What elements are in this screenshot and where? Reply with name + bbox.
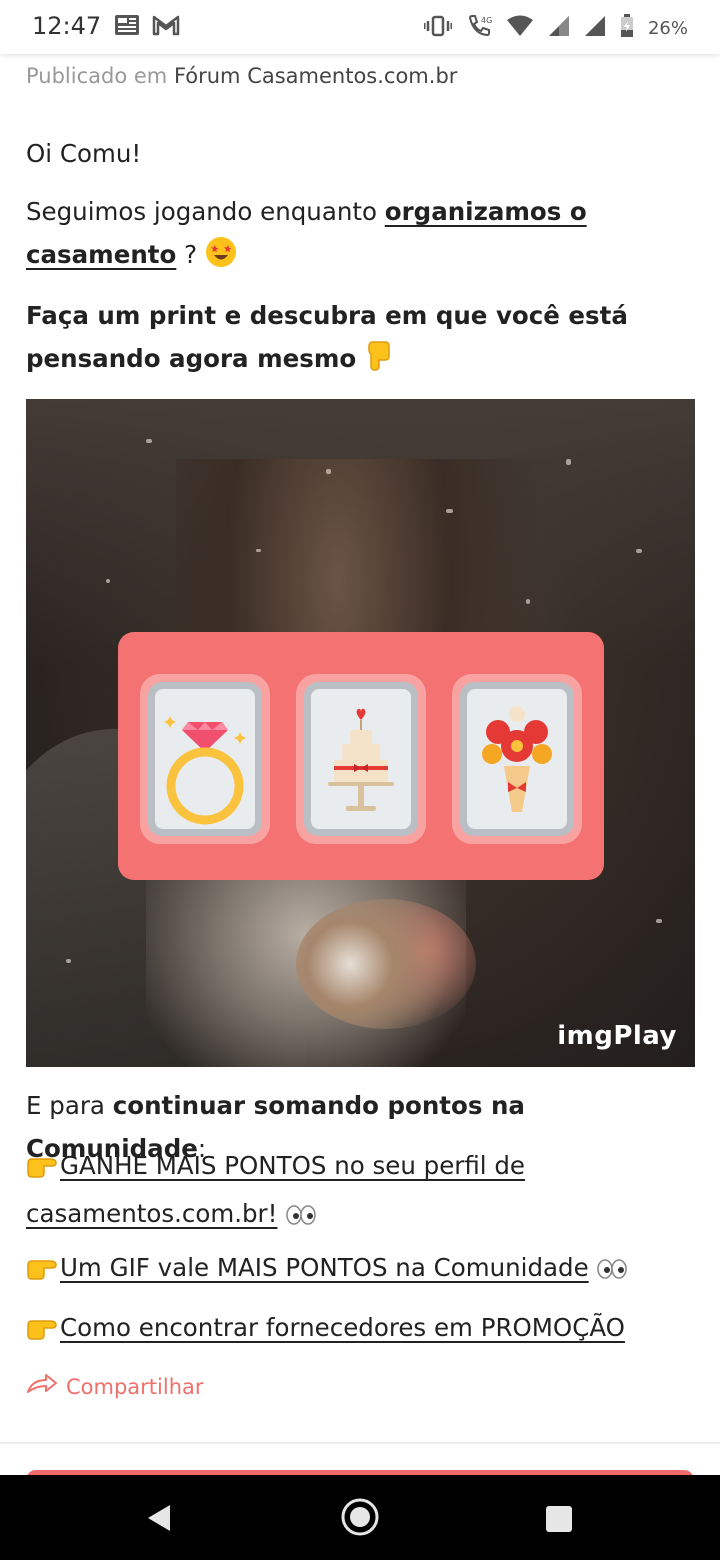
signal-icon	[548, 15, 570, 41]
signal-icon	[584, 15, 606, 41]
pointing-right-emoji-icon	[26, 1311, 60, 1354]
slot-reel-ring	[140, 674, 270, 844]
pointing-down-emoji-icon	[365, 340, 393, 385]
home-icon[interactable]	[340, 1497, 380, 1541]
pointing-right-emoji-icon	[26, 1251, 60, 1294]
back-icon[interactable]	[146, 1503, 172, 1537]
slot-machine	[118, 632, 604, 880]
status-time: 12:47	[32, 12, 102, 40]
battery-percent: 26%	[647, 17, 688, 39]
recent-apps-icon[interactable]	[545, 1505, 573, 1537]
promo-vendors-link[interactable]: Como encontrar fornecedores em PROMOÇÃO	[60, 1313, 625, 1342]
gmail-icon	[152, 14, 180, 40]
greeting: Oi Comu!	[26, 139, 142, 168]
slot-reel-cake	[296, 674, 426, 844]
eyes-emoji-icon	[285, 1197, 317, 1240]
star-struck-emoji-icon	[205, 236, 237, 281]
bouquet-icon	[482, 706, 552, 812]
slot-reel-bouquet	[452, 674, 582, 844]
intro-paragraph: Seguimos jogando enquanto organizamos o …	[26, 190, 694, 281]
ring-icon	[164, 716, 246, 825]
share-icon	[26, 1372, 58, 1401]
wifi-call-icon: 4G	[466, 13, 492, 43]
share-button[interactable]: Compartilhar	[26, 1372, 204, 1401]
eyes-emoji-icon	[596, 1251, 628, 1294]
intro-text: Seguimos jogando enquanto	[26, 197, 385, 226]
pointing-right-emoji-icon	[26, 1149, 60, 1192]
wifi-icon	[506, 15, 534, 41]
news-icon	[114, 13, 140, 41]
more-points-profile-link[interactable]: GANHE MAIS PONTOS no seu perfil de casam…	[26, 1151, 525, 1228]
published-line: Publicado em Fórum Casamentos.com.br	[26, 64, 457, 88]
gif-points-link[interactable]: Um GIF vale MAIS PONTOS na Comunidade	[60, 1253, 589, 1282]
divider	[0, 1442, 720, 1444]
instruction-paragraph: Faça um print e descubra em que você est…	[26, 294, 694, 385]
network-label: 4G	[481, 16, 492, 25]
post-image: imgPlay	[26, 399, 695, 1067]
forum-link[interactable]: Fórum Casamentos.com.br	[174, 64, 457, 88]
navigation-bar	[0, 1475, 720, 1560]
notification-icons	[114, 13, 180, 41]
status-bar: 12:47 4G 26%	[0, 0, 720, 54]
imgplay-watermark: imgPlay	[557, 1021, 677, 1051]
link-item: Um GIF vale MAIS PONTOS na Comunidade	[26, 1246, 694, 1294]
cake-icon	[328, 708, 394, 811]
link-item: GANHE MAIS PONTOS no seu perfil de casam…	[26, 1144, 694, 1240]
instruction-text: Faça um print e descubra em que você est…	[26, 301, 628, 373]
battery-icon	[620, 14, 634, 42]
cta-prefix: E para	[26, 1091, 113, 1120]
vibrate-icon	[423, 15, 453, 41]
share-label: Compartilhar	[66, 1374, 204, 1399]
photo-bouquet	[296, 899, 476, 1029]
intro-suffix: ?	[176, 240, 198, 269]
link-item: Como encontrar fornecedores em PROMOÇÃO	[26, 1306, 694, 1354]
published-prefix: Publicado em	[26, 64, 168, 88]
